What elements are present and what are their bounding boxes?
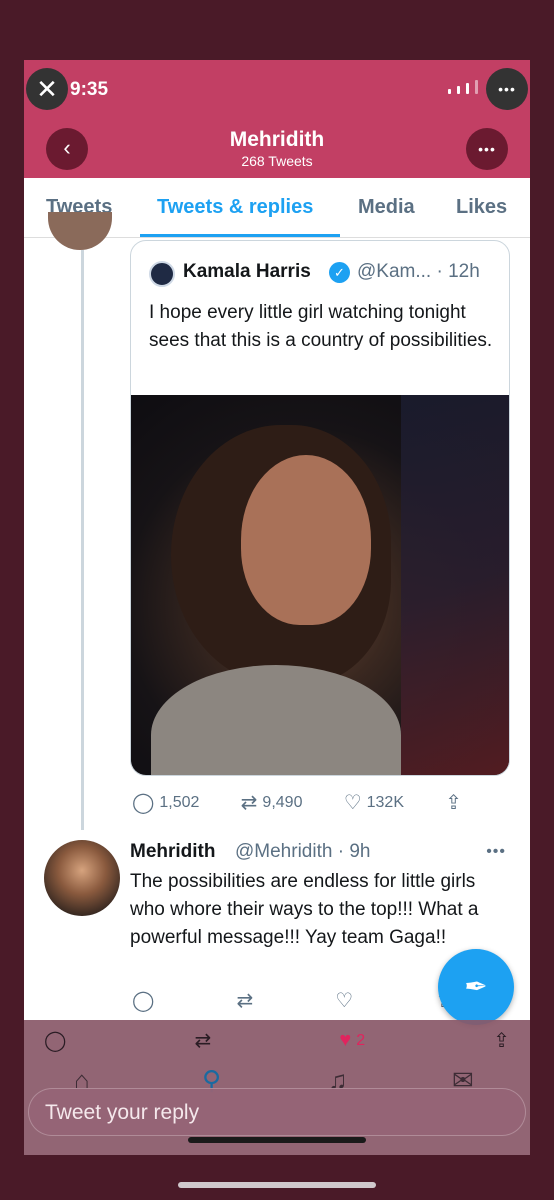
quoted-author-handle: @Kam... · 12h [357, 261, 480, 282]
tab-likes[interactable]: Likes [456, 196, 507, 219]
signal-icon [448, 89, 451, 94]
status-icons [448, 80, 478, 94]
tweet-more-icon[interactable]: ••• [486, 843, 506, 861]
tweet-count: 268 Tweets [241, 153, 313, 169]
reply-icon[interactable]: ◯ [132, 988, 154, 1013]
device-home-indicator [178, 1182, 376, 1188]
reply-tweet-text: The possibilities are endless for little… [130, 871, 479, 948]
compose-tweet-button[interactable]: ✒ [438, 949, 514, 1025]
reply-icon[interactable]: ◯ [44, 1028, 66, 1053]
avatar[interactable] [44, 840, 120, 916]
like-button[interactable]: ♥ 2 [339, 1029, 365, 1052]
heart-filled-icon: ♥ [339, 1029, 352, 1051]
quoted-tweet-text: I hope every little girl watching tonigh… [149, 302, 493, 351]
reply-input[interactable]: Tweet your reply [28, 1088, 526, 1136]
tab-media[interactable]: Media [358, 196, 415, 219]
tab-tweets-and-replies[interactable]: Tweets & replies [157, 196, 313, 219]
share-icon[interactable]: ⇪ [493, 1028, 510, 1053]
verified-badge-icon: ✓ [329, 262, 350, 283]
reply-author-name: Mehridith [130, 841, 216, 862]
retweet-icon[interactable]: ⇄ [194, 1028, 211, 1053]
quoted-author-name: Kamala Harris [183, 261, 311, 282]
status-time: 9:35 [70, 79, 109, 100]
overlay-actions: ◯ ⇄ ♥ 2 ⇪ [44, 1028, 510, 1053]
reply-author-handle: @Mehridith · 9h [235, 841, 371, 862]
heart-icon: ♡ [343, 792, 362, 814]
close-icon[interactable]: ✕ [26, 68, 68, 110]
thread-line [81, 250, 84, 830]
more-options-button[interactable]: ••• [466, 128, 508, 170]
share-icon: ⇪ [445, 792, 462, 814]
app-frame: 9:35 ✕ ••• ‹ Mehridith 268 Tweets ••• Tw… [24, 60, 530, 1155]
reply-overlay: ◯ ⇄ ♥ 2 ⇪ ⌂ ⚲ ♫ ✉ Tweet your reply [24, 1020, 530, 1155]
reply-tweet-actions: ◯ ⇄ ♡ ⇪ [132, 988, 452, 1013]
quoted-tweet-actions: ◯ 1,502 ⇄ 9,490 ♡ 132K ⇪ [132, 790, 462, 815]
share-button[interactable]: ⇪ [445, 790, 462, 815]
retweet-icon[interactable]: ⇄ [236, 988, 253, 1013]
profile-name: Mehridith [229, 128, 325, 151]
retweet-button[interactable]: ⇄ 9,490 [241, 790, 303, 815]
heart-icon[interactable]: ♡ [335, 988, 353, 1013]
home-indicator [188, 1137, 366, 1143]
flag-backdrop [401, 395, 509, 775]
quoted-tweet[interactable]: Kamala Harris ✓ @Kam... · 12h I hope eve… [130, 240, 510, 776]
overflow-top-icon[interactable]: ••• [486, 68, 528, 110]
reply-icon: ◯ [132, 792, 155, 814]
like-button[interactable]: ♡ 132K [344, 790, 404, 815]
active-tab-indicator [140, 234, 340, 237]
profile-header: 9:35 ✕ ••• ‹ Mehridith 268 Tweets ••• [24, 60, 530, 178]
avatar [149, 261, 175, 287]
retweet-icon: ⇄ [240, 792, 258, 814]
reply-button[interactable]: ◯ 1,502 [132, 790, 199, 815]
avatar[interactable] [48, 212, 112, 250]
quoted-tweet-image[interactable] [131, 395, 509, 775]
